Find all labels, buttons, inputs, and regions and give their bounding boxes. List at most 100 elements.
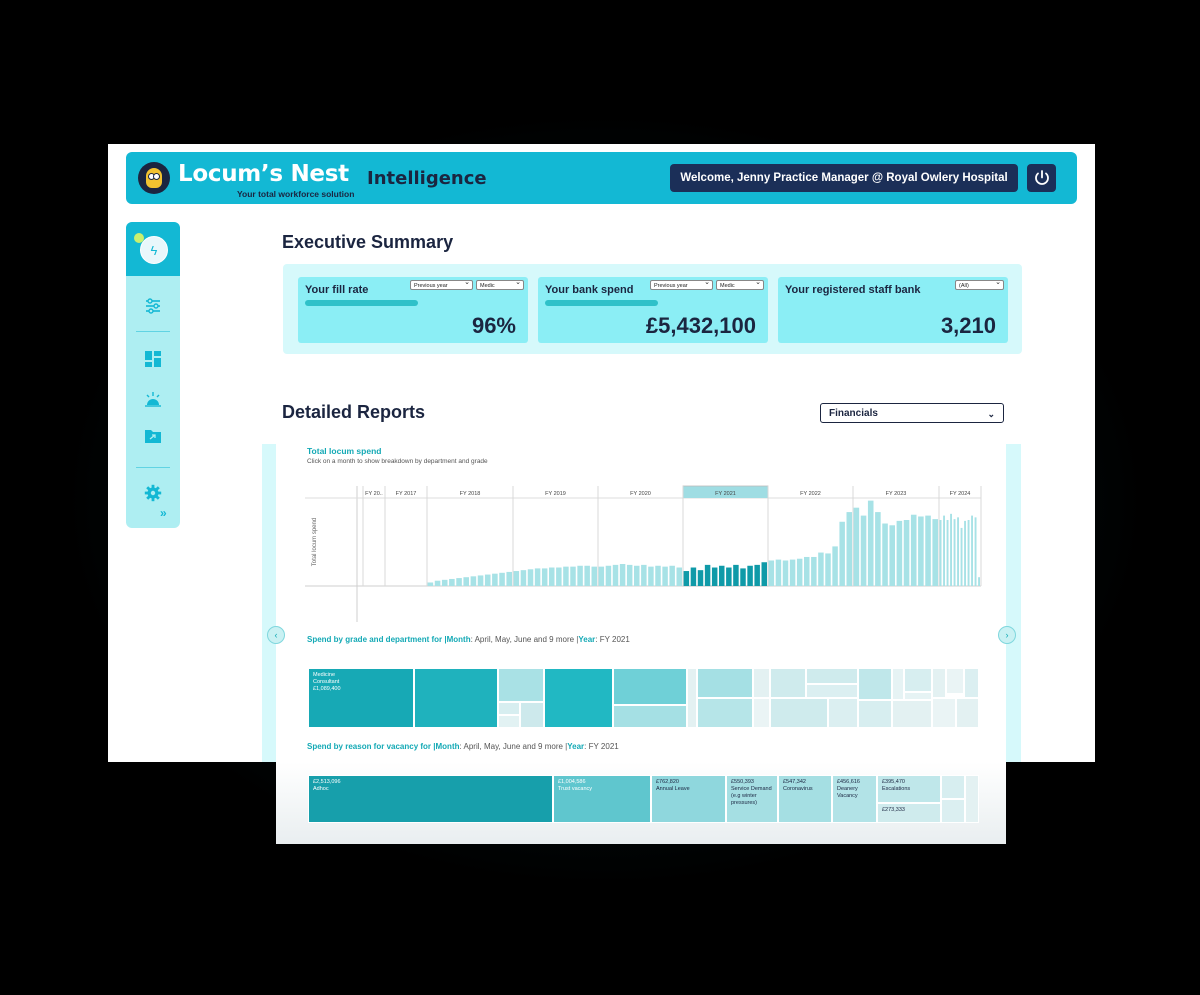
chart-bar <box>768 560 775 586</box>
treemap-cell[interactable] <box>498 668 544 702</box>
treemap-cell-deanery-vacancy[interactable]: £456,616 Deanery Vacancy <box>832 775 877 823</box>
chart-bar <box>456 578 462 586</box>
treemap-cell[interactable] <box>964 668 979 698</box>
treemap-cell[interactable] <box>965 775 979 823</box>
treemap-cell[interactable] <box>414 668 498 728</box>
reason-amount: £1,004,586 <box>558 779 586 785</box>
avatar[interactable]: ϟ <box>140 236 168 264</box>
chart-bar <box>619 564 626 586</box>
chart-bar <box>441 579 448 586</box>
period-select[interactable]: Previous year <box>410 278 473 290</box>
chart-bar <box>683 571 690 586</box>
owl-logo-icon[interactable] <box>138 162 170 194</box>
chart-bar <box>775 559 782 586</box>
kpi-progress-bar <box>305 300 418 306</box>
treemap-cell-escalations[interactable]: £395,470 Escalations <box>877 775 941 803</box>
treemap-cell[interactable] <box>498 702 520 715</box>
treemap-cell[interactable] <box>858 700 892 728</box>
treemap-cell[interactable] <box>932 698 956 728</box>
x-tick-label: FY 2017 <box>396 491 417 497</box>
treemap-cell[interactable] <box>498 715 520 728</box>
reason-name: Escalations <box>882 785 911 792</box>
treemap-cell[interactable] <box>941 799 965 823</box>
report-type-dropdown[interactable]: Financials ⌄ <box>820 403 1004 423</box>
treemap-cell[interactable] <box>956 698 979 728</box>
treemap-title-label: Spend by grade and department for | <box>307 635 447 644</box>
treemap-month-key: Month <box>435 742 460 751</box>
treemap-cell[interactable] <box>770 698 828 728</box>
treemap-cell[interactable] <box>770 668 806 698</box>
treemap-cell[interactable] <box>858 668 892 700</box>
treemap-cell[interactable] <box>613 668 687 705</box>
x-tick-label: FY 2021 <box>715 491 736 497</box>
treemap-cell[interactable] <box>697 698 753 728</box>
treemap-cell[interactable] <box>806 684 858 698</box>
treemap-cell-other[interactable]: £273,333 <box>877 803 941 823</box>
chart-bar <box>846 512 852 586</box>
treemap-cell[interactable] <box>946 668 964 694</box>
app-title: Intelligence <box>367 168 487 189</box>
chart-bar <box>484 574 491 586</box>
chart-bar <box>534 568 541 586</box>
sidebar-item-dashboard[interactable] <box>143 349 163 369</box>
folder-icon <box>145 430 161 443</box>
sidebar-expand-button[interactable]: » <box>160 506 167 520</box>
treemap-cell[interactable] <box>828 698 858 728</box>
treemap-cell[interactable] <box>941 775 965 799</box>
treemap-cell-service-demand[interactable]: £550,393 Service Demand (e.g winter pres… <box>726 775 778 823</box>
chart-bar <box>591 566 597 586</box>
kpi-card-staff-bank: Your registered staff bank (All) 3,210 <box>778 277 1008 343</box>
previous-report-button[interactable]: ‹ <box>267 626 285 644</box>
chart-bar <box>925 515 931 586</box>
treemap-cell-coronavirus[interactable]: £547,342 Coronavirus <box>778 775 832 823</box>
brand-name[interactable]: Locum’s Nest <box>178 161 349 187</box>
treemap-cell[interactable] <box>520 702 544 728</box>
staff-bank-select[interactable]: (All) <box>955 278 1004 290</box>
treemap-cell[interactable] <box>806 668 858 684</box>
chart-bar <box>733 564 739 586</box>
chart-bar <box>950 513 952 586</box>
x-tick-label: FY 20.. <box>365 491 383 497</box>
staff-type-select[interactable]: Medic <box>476 278 524 290</box>
staff-type-select[interactable]: Medic <box>716 278 764 290</box>
chart-bar <box>740 568 746 586</box>
treemap-cell[interactable] <box>544 668 613 728</box>
chart-bar <box>556 567 562 586</box>
chart-bar <box>470 576 477 586</box>
reason-treemap-title: Spend by reason for vacancy for |Month: … <box>307 742 619 751</box>
treemap-cell[interactable] <box>932 668 946 698</box>
chart-bar <box>918 516 924 586</box>
sidebar-item-filters[interactable] <box>143 296 163 316</box>
period-select[interactable]: Previous year <box>650 278 713 290</box>
kpi-card-fill-rate: Your fill rate Previous year Medic 96% <box>298 277 528 343</box>
treemap-cell[interactable] <box>904 692 932 700</box>
logout-button[interactable] <box>1027 164 1056 192</box>
treemap-cell[interactable]: Medicine Consultant £1,089,400 <box>308 668 414 728</box>
locum-spend-chart[interactable]: Total locum spend FY 20.. FY 2017 FY 2018 FY… <box>300 482 990 627</box>
chart-bar <box>953 519 956 586</box>
chart-bar <box>971 515 973 586</box>
treemap-cell-trust-vacancy[interactable]: £1,004,586 Trust vacancy <box>553 775 651 823</box>
chart-bar <box>825 553 831 586</box>
treemap-cell[interactable] <box>892 700 932 728</box>
chart-bar <box>449 578 455 586</box>
treemap-cell-adhoc[interactable]: £2,513,096 Adhoc <box>308 775 553 823</box>
chart-bar <box>943 515 945 586</box>
y-axis-label: Total locum spend <box>312 518 318 566</box>
reason-amount: £550,393 <box>731 779 754 785</box>
treemap-year-value: : FY 2021 <box>595 635 630 644</box>
sidebar-item-settings[interactable] <box>143 483 163 503</box>
treemap-cell[interactable] <box>892 668 904 700</box>
treemap-cell[interactable] <box>753 698 770 728</box>
chart-bar <box>520 570 527 586</box>
treemap-cell[interactable] <box>697 668 753 698</box>
treemap-cell[interactable] <box>613 705 687 728</box>
sidebar-item-insights[interactable] <box>143 389 163 409</box>
chart-bar <box>960 527 963 586</box>
treemap-cell-annual-leave[interactable]: £762,820 Annual Leave <box>651 775 726 823</box>
next-report-button[interactable]: › <box>998 626 1016 644</box>
treemap-cell[interactable] <box>687 668 697 728</box>
treemap-cell[interactable] <box>904 668 932 692</box>
sidebar-item-exports[interactable] <box>143 426 163 446</box>
treemap-cell[interactable] <box>753 668 770 698</box>
